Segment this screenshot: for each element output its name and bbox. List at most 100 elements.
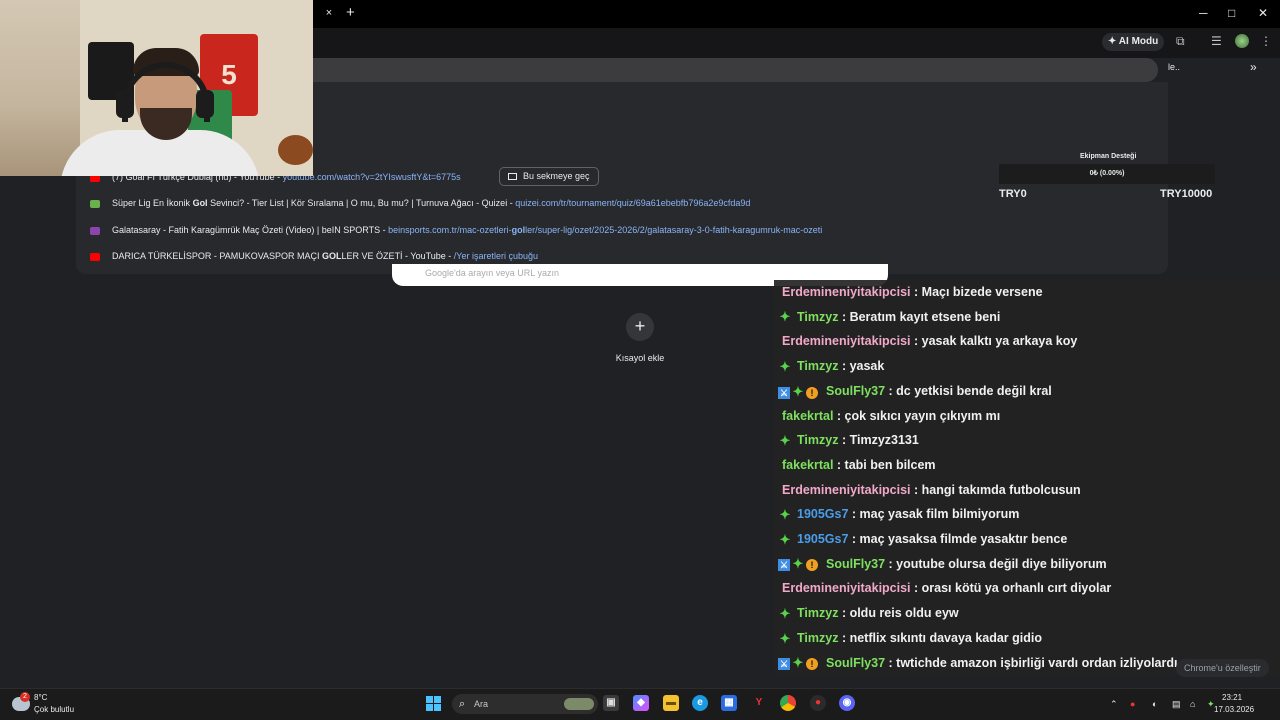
star-badge-icon: ✦ bbox=[779, 432, 791, 448]
headset-ear bbox=[196, 90, 214, 118]
chat-username[interactable]: Timzyz bbox=[797, 359, 838, 373]
star-badge-icon: ✦ bbox=[779, 630, 791, 646]
donation-progress-bar: 0₺ (0.00%) bbox=[999, 164, 1215, 184]
chat-text: : twtichde amazon işbirliği vardı ordan … bbox=[888, 655, 1178, 670]
tray-app-icon[interactable]: ● bbox=[1130, 699, 1135, 709]
donation-progress-text: 0₺ (0.00%) bbox=[1089, 170, 1125, 177]
chat-username[interactable]: 1905Gs7 bbox=[797, 532, 848, 546]
quizei-icon bbox=[90, 199, 100, 208]
chat-badges: ✦ bbox=[778, 305, 793, 328]
add-shortcut-label: Kısayol ekle bbox=[615, 353, 665, 363]
suggestion-item[interactable]: DARICA TÜRKELİSPOR - PAMUKOVASPOR MAÇI G… bbox=[90, 248, 538, 264]
chat-message: ✦ Timzyz : oldu reis oldu eyw bbox=[774, 601, 1280, 626]
switch-to-tab-button[interactable]: Bu sekmeye geç bbox=[499, 167, 599, 186]
headset-ear bbox=[116, 90, 134, 118]
suggestion-item[interactable]: Süper Lig En İkonik Gol Sevinci? - Tier … bbox=[90, 195, 750, 211]
chat-text: : oldu reis oldu eyw bbox=[841, 606, 959, 621]
chat-username[interactable]: fakekrtal bbox=[782, 458, 833, 472]
file-explorer-icon[interactable]: ▬ bbox=[663, 695, 679, 711]
more-menu-icon[interactable]: ⋮ bbox=[1260, 34, 1272, 48]
taskbar-search[interactable]: ⌕ Ara bbox=[452, 694, 598, 714]
chat-message: Erdemineniyitakipcisi : hangi takımda fu… bbox=[774, 477, 1280, 502]
chat-username[interactable]: SoulFly37 bbox=[826, 384, 885, 398]
star-badge-icon: ✦ bbox=[779, 507, 791, 522]
webcam-overlay: 5 bbox=[0, 0, 313, 176]
bookmarks-overflow-icon[interactable]: » bbox=[1250, 60, 1257, 74]
clock-time[interactable]: 23:21 bbox=[1222, 693, 1242, 702]
star-badge-icon: ✦ bbox=[779, 531, 791, 547]
tray-overflow-icon[interactable]: ⌃ bbox=[1110, 699, 1118, 710]
star-badge-icon: ✦ bbox=[792, 556, 804, 572]
add-shortcut-button[interactable]: + bbox=[626, 313, 654, 341]
edge-icon[interactable]: e bbox=[692, 695, 708, 711]
clock-date[interactable]: 17.03.2026 bbox=[1214, 705, 1254, 714]
chat-text: : hangi takımda futbolcusun bbox=[914, 482, 1081, 497]
maximize-button[interactable]: □ bbox=[1228, 6, 1235, 20]
chat-username[interactable]: SoulFly37 bbox=[826, 656, 885, 670]
chat-badges: ⚔ ✦! bbox=[778, 552, 822, 575]
youtube-icon bbox=[90, 252, 100, 261]
star-badge-icon: ✦ bbox=[779, 358, 791, 374]
chat-message: Erdemineniyitakipcisi : Maçı bizede vers… bbox=[774, 280, 1280, 304]
tab-close-button[interactable]: × bbox=[322, 6, 336, 20]
store-icon[interactable]: ▦ bbox=[721, 695, 737, 711]
chat-badges: ✦ bbox=[778, 528, 793, 551]
discord-icon[interactable]: ◉ bbox=[839, 695, 855, 711]
yandex-icon[interactable]: Y bbox=[751, 695, 767, 711]
search-placeholder: Google'da arayın veya URL yazın bbox=[425, 268, 559, 278]
star-badge-icon: ✦ bbox=[792, 383, 804, 399]
chat-text: : Timzyz3131 bbox=[841, 433, 919, 448]
chat-username[interactable]: Timzyz bbox=[797, 310, 838, 324]
chat-text: : maç yasaksa filmde yasaktır bence bbox=[851, 532, 1068, 546]
star-badge-icon: ✦ bbox=[792, 655, 804, 671]
chat-message: ✦ Timzyz : yasak bbox=[774, 354, 1280, 379]
new-tab-button[interactable]: + bbox=[346, 4, 355, 21]
chat-message: ✦ 1905Gs7 : maç yasak film bilmiyorum bbox=[774, 502, 1280, 527]
chat-username[interactable]: Timzyz bbox=[797, 631, 838, 645]
chat-username[interactable]: Erdemineniyitakipcisi bbox=[782, 334, 911, 348]
weather-condition[interactable]: Çok bulutlu bbox=[34, 705, 74, 714]
customize-chrome-button[interactable]: Chrome'u özelleştir bbox=[1176, 659, 1269, 677]
task-view-icon[interactable]: ▣ bbox=[603, 695, 619, 711]
chat-badges: ⚔ ✦! bbox=[778, 651, 822, 674]
chat-message: ✦ Timzyz : Timzyz3131 bbox=[774, 428, 1280, 453]
chat-username[interactable]: Erdemineniyitakipcisi bbox=[782, 483, 911, 497]
chat-message: ✦ Timzyz : Beratım kayıt etsene beni bbox=[774, 304, 1280, 329]
chat-text: : Beratım kayıt etsene beni bbox=[841, 309, 1001, 324]
chat-username[interactable]: SoulFly37 bbox=[826, 557, 885, 571]
weather-temperature[interactable]: 8°C bbox=[34, 693, 47, 702]
tray-app-icon[interactable]: ◐ bbox=[1152, 699, 1157, 709]
chat-message: fakekrtal : tabi ben bilcem bbox=[774, 452, 1280, 477]
profile-avatar[interactable] bbox=[1235, 34, 1249, 48]
windows-start-icon[interactable] bbox=[426, 696, 441, 711]
chat-username[interactable]: Timzyz bbox=[797, 433, 838, 447]
tray-app-icon[interactable]: ▤ bbox=[1172, 699, 1181, 710]
copilot-icon[interactable]: ◆ bbox=[633, 695, 649, 711]
chat-badges: ✦ bbox=[778, 627, 793, 650]
chat-username[interactable]: Timzyz bbox=[797, 606, 838, 620]
chat-username[interactable]: Erdemineniyitakipcisi bbox=[782, 285, 911, 299]
bookmark-item[interactable]: le.. bbox=[1168, 62, 1180, 72]
donation-title: Ekipman Desteği bbox=[1080, 153, 1137, 160]
chat-message: ⚔ ✦! SoulFly37 : youtube olursa değil diye… bbox=[774, 551, 1280, 576]
chat-badges: ✦ bbox=[778, 503, 793, 526]
chat-badges: ✦ bbox=[778, 355, 793, 378]
extensions-icon[interactable]: ⧉ bbox=[1176, 34, 1185, 49]
chat-message: Erdemineniyitakipcisi : orası kötü ya or… bbox=[774, 576, 1280, 601]
minimize-button[interactable]: ─ bbox=[1199, 6, 1208, 20]
chat-message: Erdemineniyitakipcisi : yasak kalktı ya … bbox=[774, 329, 1280, 354]
chrome-icon[interactable] bbox=[780, 695, 796, 711]
chat-message: ✦ 1905Gs7 : maç yasaksa filmde yasaktır b… bbox=[774, 527, 1280, 551]
suggestion-item[interactable]: Galatasaray - Fatih Karagümrük Maç Özeti… bbox=[90, 222, 822, 238]
close-window-button[interactable]: ✕ bbox=[1258, 6, 1268, 20]
network-icon[interactable]: ⌂ bbox=[1190, 699, 1195, 709]
app-icon[interactable]: ● bbox=[810, 695, 826, 711]
ai-mode-button[interactable]: ✦ AI Modu bbox=[1102, 33, 1165, 51]
chat-username[interactable]: 1905Gs7 bbox=[797, 507, 848, 521]
chat-badges: ✦ bbox=[778, 602, 793, 625]
menu-list-icon[interactable]: ☰ bbox=[1211, 34, 1222, 48]
ai-mode-label: AI Modu bbox=[1118, 36, 1159, 47]
chat-username[interactable]: Erdemineniyitakipcisi bbox=[782, 581, 911, 595]
address-bar[interactable] bbox=[300, 58, 1158, 82]
chat-username[interactable]: fakekrtal bbox=[782, 409, 833, 423]
